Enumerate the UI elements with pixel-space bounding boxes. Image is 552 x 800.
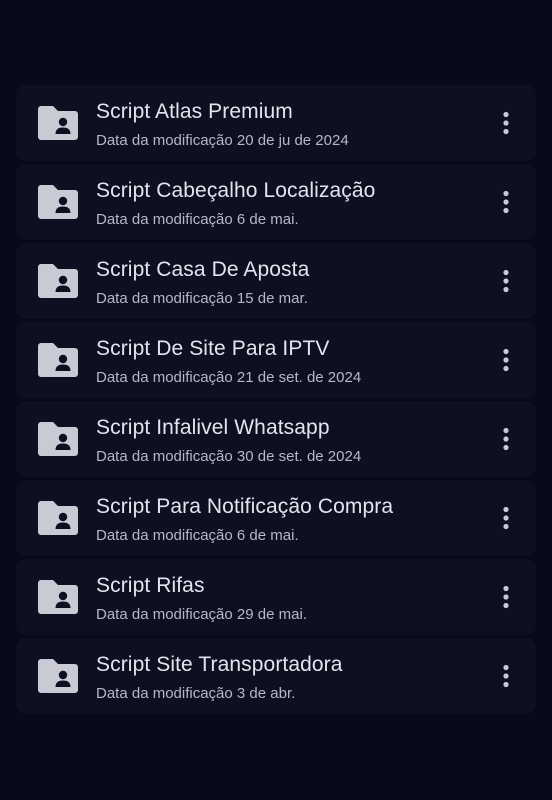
file-modified-date: Data da modificação 6 de mai.: [96, 527, 299, 544]
more-vert-icon: [503, 664, 509, 688]
more-options-button[interactable]: [486, 419, 526, 459]
file-list: Script Atlas Premium Data da modificação…: [16, 85, 536, 717]
shared-folder-icon: [38, 422, 78, 456]
file-modified-date: Data da modificação 30 de set. de 2024: [96, 448, 362, 465]
more-vert-icon: [503, 427, 509, 451]
file-modified-date: Data da modificação 29 de mai.: [96, 606, 307, 623]
shared-folder-icon: [38, 501, 78, 535]
file-name: Script Atlas Premium: [96, 100, 293, 123]
file-modified-date: Data da modificação 20 de ju de 2024: [96, 132, 349, 149]
more-vert-icon: [503, 585, 509, 609]
file-name: Script Site Transportadora: [96, 653, 343, 676]
shared-folder-icon: [38, 185, 78, 219]
file-list-item[interactable]: Script Infalivel Whatsapp Data da modifi…: [16, 401, 536, 477]
more-options-button[interactable]: [486, 577, 526, 617]
more-options-button[interactable]: [486, 182, 526, 222]
more-vert-icon: [503, 111, 509, 135]
file-list-item[interactable]: Script Atlas Premium Data da modificação…: [16, 85, 536, 161]
file-name: Script Rifas: [96, 574, 205, 597]
file-list-item[interactable]: Script Cabeçalho Localização Data da mod…: [16, 164, 536, 240]
shared-folder-icon: [38, 343, 78, 377]
more-vert-icon: [503, 348, 509, 372]
more-options-button[interactable]: [486, 103, 526, 143]
file-list-item[interactable]: Script Casa De Aposta Data da modificaçã…: [16, 243, 536, 319]
shared-folder-icon: [38, 580, 78, 614]
file-list-item[interactable]: Script Site Transportadora Data da modif…: [16, 638, 536, 714]
file-modified-date: Data da modificação 15 de mar.: [96, 290, 308, 307]
file-name: Script De Site Para IPTV: [96, 337, 330, 360]
file-modified-date: Data da modificação 3 de abr.: [96, 685, 296, 702]
more-vert-icon: [503, 190, 509, 214]
file-list-item[interactable]: Script Rifas Data da modificação 29 de m…: [16, 559, 536, 635]
more-options-button[interactable]: [486, 340, 526, 380]
more-vert-icon: [503, 269, 509, 293]
file-modified-date: Data da modificação 21 de set. de 2024: [96, 369, 362, 386]
file-list-item[interactable]: Script De Site Para IPTV Data da modific…: [16, 322, 536, 398]
more-options-button[interactable]: [486, 261, 526, 301]
shared-folder-icon: [38, 264, 78, 298]
more-vert-icon: [503, 506, 509, 530]
more-options-button[interactable]: [486, 656, 526, 696]
file-name: Script Casa De Aposta: [96, 258, 310, 281]
shared-folder-icon: [38, 106, 78, 140]
more-options-button[interactable]: [486, 498, 526, 538]
file-name: Script Cabeçalho Localização: [96, 179, 376, 202]
file-modified-date: Data da modificação 6 de mai.: [96, 211, 299, 228]
file-name: Script Para Notificação Compra: [96, 495, 394, 518]
file-name: Script Infalivel Whatsapp: [96, 416, 330, 439]
shared-folder-icon: [38, 659, 78, 693]
file-list-item[interactable]: Script Para Notificação Compra Data da m…: [16, 480, 536, 556]
